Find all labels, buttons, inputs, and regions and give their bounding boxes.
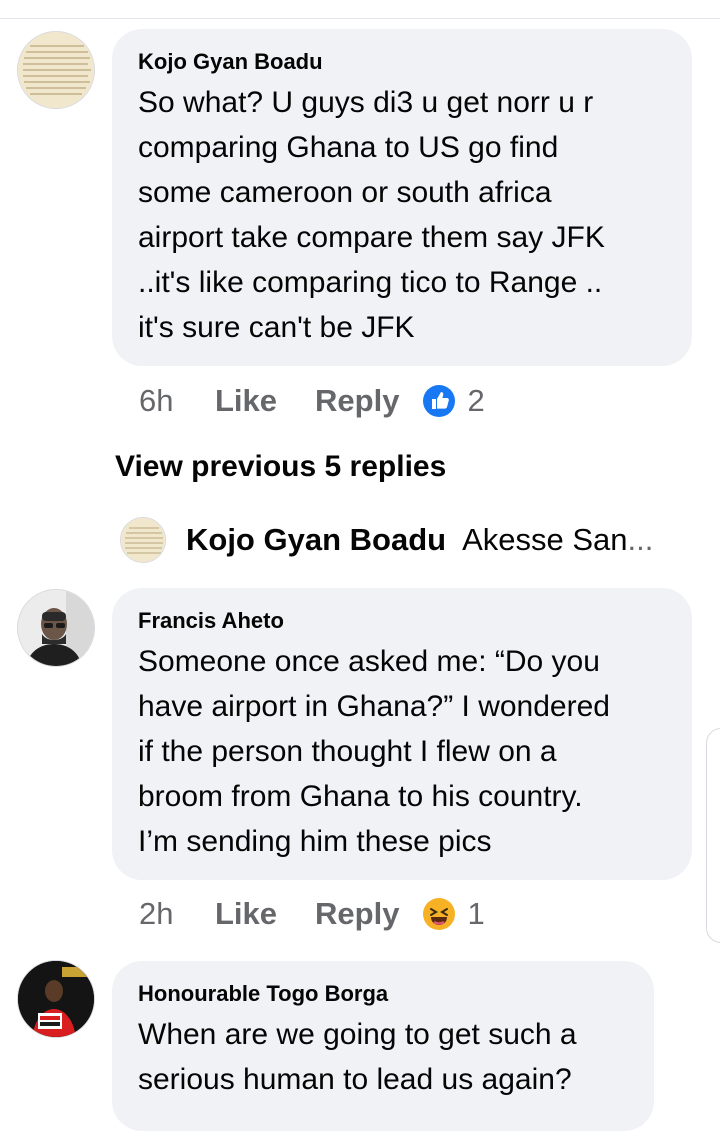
document-thumbnail-icon bbox=[18, 32, 94, 108]
comment-text: So what? U guys di3 u get norr u r compa… bbox=[138, 86, 605, 344]
comment-time[interactable]: 6h bbox=[139, 383, 215, 419]
comment-text: Someone once asked me: “Do you have airp… bbox=[138, 645, 610, 858]
top-divider bbox=[0, 0, 720, 19]
person-photo-icon bbox=[18, 961, 94, 1037]
haha-reaction-icon[interactable] bbox=[423, 898, 456, 930]
collapsed-reply-ellipsis: ... bbox=[627, 522, 654, 557]
comment-text: When are we going to get such a serious … bbox=[138, 1018, 577, 1096]
avatar-francis[interactable] bbox=[17, 589, 95, 667]
comment-actions: 2h Like Reply 1 bbox=[139, 894, 485, 934]
comment-time[interactable]: 2h bbox=[139, 896, 215, 932]
reply-button[interactable]: Reply bbox=[315, 383, 399, 419]
reaction-count[interactable]: 1 bbox=[467, 896, 484, 932]
avatar-togo-borga[interactable] bbox=[17, 960, 95, 1038]
avatar-kojo-small[interactable] bbox=[120, 517, 166, 563]
reply-button[interactable]: Reply bbox=[315, 896, 399, 932]
comment-bubble[interactable]: Francis Aheto Someone once asked me: “Do… bbox=[112, 588, 692, 880]
view-previous-replies-link[interactable]: View previous 5 replies bbox=[115, 450, 446, 484]
avatar-kojo[interactable] bbox=[17, 31, 95, 109]
comment-author[interactable]: Francis Aheto bbox=[138, 608, 666, 634]
comment-bubble[interactable]: Honourable Togo Borga When are we going … bbox=[112, 961, 654, 1131]
side-panel-handle[interactable] bbox=[706, 728, 720, 943]
like-button[interactable]: Like bbox=[215, 896, 277, 932]
collapsed-reply-author[interactable]: Kojo Gyan Boadu bbox=[186, 522, 446, 558]
comment-author[interactable]: Honourable Togo Borga bbox=[138, 981, 628, 1007]
person-photo-icon bbox=[18, 590, 94, 666]
comment-author[interactable]: Kojo Gyan Boadu bbox=[138, 49, 666, 75]
reaction-count[interactable]: 2 bbox=[467, 383, 484, 419]
comment-actions: 6h Like Reply 2 bbox=[139, 381, 485, 421]
document-thumbnail-icon bbox=[121, 518, 165, 562]
like-button[interactable]: Like bbox=[215, 383, 277, 419]
collapsed-reply[interactable]: Kojo Gyan Boadu Akesse San ... bbox=[120, 516, 653, 564]
comment-bubble[interactable]: Kojo Gyan Boadu So what? U guys di3 u ge… bbox=[112, 29, 692, 366]
like-reaction-icon[interactable] bbox=[423, 385, 456, 417]
collapsed-reply-preview: Akesse San bbox=[462, 522, 628, 557]
